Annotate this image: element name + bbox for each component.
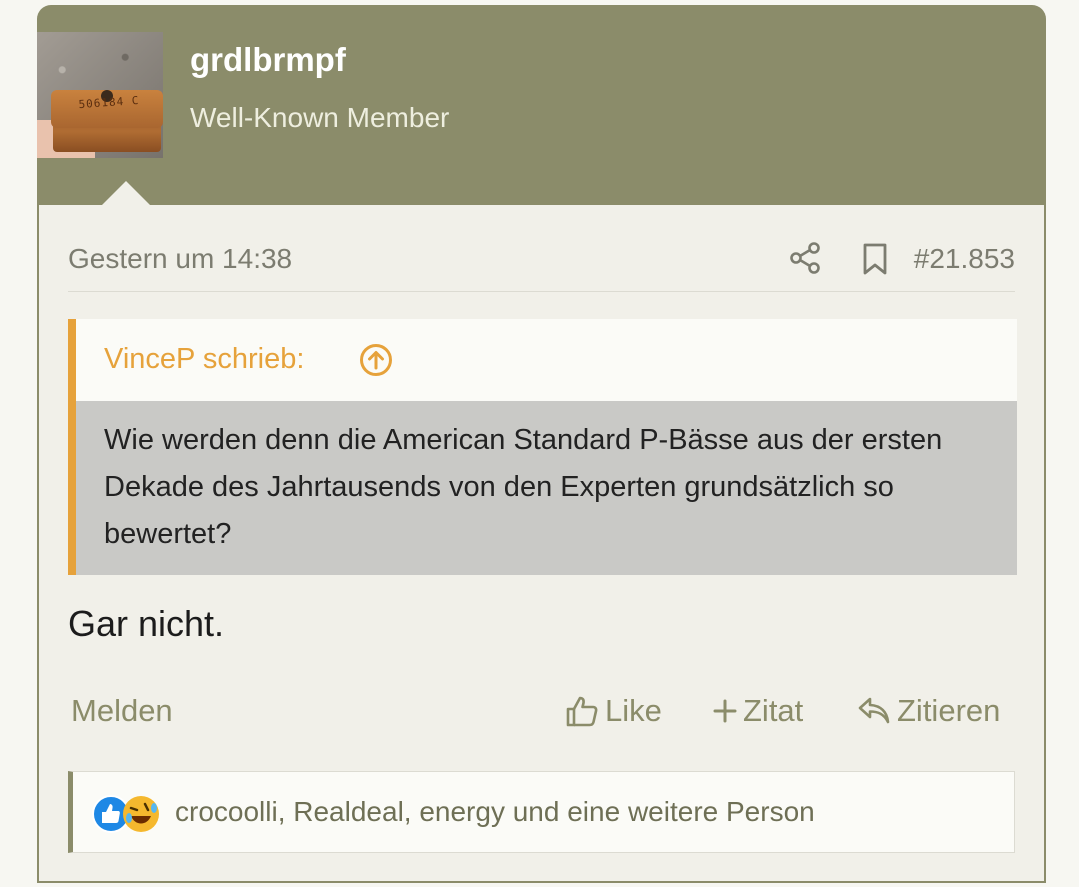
post-message: Gar nicht.: [68, 603, 225, 644]
quote-text: Wie werden denn die American Standard P-…: [104, 424, 943, 550]
like-label: Like: [605, 693, 662, 728]
quote-author[interactable]: VinceP schrieb:: [104, 343, 304, 376]
quote-block: VinceP schrieb: Wie werden denn die Amer…: [68, 319, 1017, 575]
reply-label: Zitieren: [897, 693, 1001, 728]
avatar[interactable]: 506184 C: [37, 32, 163, 158]
multiquote-button[interactable]: Zitat: [713, 693, 803, 729]
share-icon[interactable]: [788, 241, 822, 275]
multiquote-label: Zitat: [743, 693, 804, 728]
header-pointer: [102, 181, 150, 205]
quote-header: VinceP schrieb:: [76, 319, 1017, 401]
thumbs-up-icon: [566, 696, 598, 727]
post-body: Gestern um 14:38 #21.853 VinceP schrieb:: [37, 205, 1046, 883]
username[interactable]: grdlbrmpf: [190, 41, 346, 79]
reaction-users[interactable]: crocoolli, Realdeal, energy und eine wei…: [175, 796, 815, 828]
user-header: [37, 5, 1046, 205]
post-number[interactable]: #21.853: [914, 243, 1015, 275]
plus-icon: [713, 699, 737, 723]
report-button[interactable]: Melden: [71, 693, 173, 729]
user-title: Well-Known Member: [190, 102, 450, 133]
meta-divider: [68, 291, 1015, 292]
reactions-bar[interactable]: crocoolli, Realdeal, energy und eine wei…: [68, 771, 1015, 853]
post-meta: Gestern um 14:38 #21.853: [68, 241, 1015, 275]
reply-icon: [858, 697, 890, 724]
arrow-up-circle-icon[interactable]: [359, 343, 393, 377]
like-button[interactable]: Like: [565, 693, 662, 729]
forum-post-page: 506184 C grdlbrmpf Well-Known Member Ges…: [0, 0, 1079, 887]
laugh-reaction-icon: [123, 796, 159, 832]
post-actions: Melden Like Zitat Zitieren: [68, 691, 1015, 731]
reply-button[interactable]: Zitieren: [857, 693, 1000, 729]
bookmark-icon[interactable]: [862, 243, 888, 275]
post-timestamp[interactable]: Gestern um 14:38: [68, 243, 292, 275]
reaction-icons: [92, 795, 159, 833]
